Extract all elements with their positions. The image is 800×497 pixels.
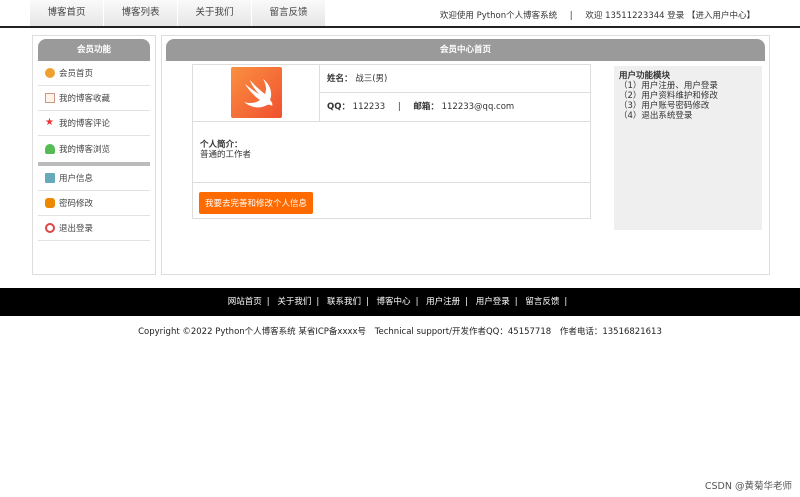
sidebar-menu: 会员首页 我的博客收藏 ★ 我的博客评论 我的博客浏览 用户信息 密码修改 退出…: [33, 61, 155, 241]
sidebar-item-label: 退出登录: [59, 224, 94, 234]
welcome-text: 欢迎使用 Python个人博客系统: [439, 11, 558, 21]
footer-link-contact[interactable]: 联系我们: [327, 297, 361, 307]
name-value: 战三(男): [355, 74, 388, 84]
function-module-box: 用户功能模块 （1）用户注册、用户登录 （2）用户资料维护和修改 （3）用户账号…: [614, 66, 762, 230]
nav-tabs: 博客首页 博客列表 关于我们 留言反馈: [30, 0, 326, 26]
lock-icon: [45, 198, 55, 208]
footer-link-blog-center[interactable]: 博客中心: [377, 297, 411, 307]
sidebar-title: 会员功能: [38, 39, 150, 61]
avatar-cell: [193, 65, 320, 122]
footer-separator: |: [365, 297, 369, 307]
footer-link-register[interactable]: 用户注册: [426, 297, 460, 307]
module-line: （4）退出系统登录: [619, 111, 693, 121]
sidebar-item-change-password[interactable]: 密码修改: [38, 191, 150, 216]
top-nav: 博客首页 博客列表 关于我们 留言反馈 欢迎使用 Python个人博客系统 | …: [0, 0, 800, 28]
copyright-line: Copyright ©2022 Python个人博客系统 某省ICP备xxxx号…: [0, 325, 800, 337]
copyright-text: Copyright ©2022 Python个人博客系统 某省ICP备xxxx号: [138, 327, 367, 337]
footer-nav: 网站首页 | 关于我们 | 联系我们 | 博客中心 | 用户注册 | 用户登录 | 留言反馈…: [0, 288, 800, 316]
name-label: 姓名：: [327, 74, 353, 84]
qq-value: 112233: [352, 102, 386, 112]
user-center-link[interactable]: 【进入用户中心】: [687, 11, 755, 21]
sidebar-item-browse-history[interactable]: 我的博客浏览: [38, 136, 150, 161]
swift-logo-icon: [244, 79, 273, 108]
avatar: [231, 67, 282, 118]
module-line: （2）用户资料维护和修改: [619, 91, 718, 101]
qq-label: QQ：: [327, 102, 350, 112]
contact-separator: |: [397, 102, 401, 112]
footer-link-feedback[interactable]: 留言反馈: [525, 297, 559, 307]
contact-row: QQ： 112233 | 邮箱： 112233@qq.com: [320, 93, 590, 122]
sidebar-item-label: 用户信息: [59, 174, 94, 184]
sidebar-item-user-info[interactable]: 用户信息: [38, 166, 150, 191]
sidebar-item-label: 我的博客收藏: [59, 94, 111, 104]
intro-label: 个人简介：: [200, 140, 243, 150]
star-icon: ★: [45, 117, 54, 128]
home-icon: [45, 68, 55, 78]
welcome-bar: 欢迎使用 Python个人博客系统 | 欢迎 13511223344 登录 【进…: [440, 9, 755, 21]
email-label: 邮箱：: [413, 102, 439, 112]
sidebar-item-label: 会员首页: [59, 69, 94, 79]
sidebar-item-logout[interactable]: 退出登录: [38, 216, 150, 241]
support-text: Technical support/开发作者QQ：45157718: [374, 327, 552, 337]
module-line: （1）用户注册、用户登录: [619, 81, 718, 91]
sidebar-item-label: 密码修改: [59, 199, 94, 209]
tab-blog-home[interactable]: 博客首页: [30, 0, 104, 26]
footer-separator: |: [415, 297, 419, 307]
user-greeting: 欢迎 13511223344 登录: [585, 11, 685, 21]
footer-link-login[interactable]: 用户登录: [476, 297, 510, 307]
module-line: （3）用户账号密码修改: [619, 101, 710, 111]
email-value: 112233@qq.com: [441, 102, 515, 112]
footer-separator: |: [564, 297, 568, 307]
welcome-separator: |: [569, 11, 573, 21]
footer-link-about[interactable]: 关于我们: [277, 297, 311, 307]
watermark: CSDN @黄菊华老师: [704, 481, 792, 492]
browse-icon: [45, 143, 55, 154]
footer-separator: |: [465, 297, 469, 307]
intro-section: 个人简介： 普通的工作者: [193, 122, 590, 183]
sidebar-item-member-home[interactable]: 会员首页: [38, 61, 150, 86]
favorite-icon: [45, 93, 55, 103]
footer-separator: |: [316, 297, 320, 307]
sidebar-item-label: 我的博客浏览: [59, 144, 111, 155]
sidebar-item-comments[interactable]: ★ 我的博客评论: [38, 111, 150, 136]
footer-separator: |: [266, 297, 270, 307]
user-icon: [45, 173, 55, 183]
name-row: 姓名： 战三(男): [320, 65, 590, 93]
profile-card: 姓名： 战三(男) QQ： 112233 | 邮箱： 112233@qq.com…: [192, 64, 591, 219]
module-title: 用户功能模块: [619, 71, 671, 81]
tab-feedback[interactable]: 留言反馈: [252, 0, 326, 26]
page-title: 会员中心首页: [166, 39, 765, 61]
member-sidebar: 会员功能 会员首页 我的博客收藏 ★ 我的博客评论 我的博客浏览 用户信息 密码…: [32, 35, 156, 275]
tab-about-us[interactable]: 关于我们: [178, 0, 252, 26]
intro-value: 普通的工作者: [200, 150, 252, 160]
sidebar-item-label: 我的博客评论: [59, 119, 111, 129]
power-icon: [45, 223, 55, 233]
footer-link-home[interactable]: 网站首页: [228, 297, 262, 307]
edit-profile-button[interactable]: 我要去完善和修改个人信息: [199, 192, 314, 214]
member-center-panel: 会员中心首页 姓名： 战三(男) QQ： 112233 | 邮箱： 112233…: [161, 35, 770, 275]
phone-text: 作者电话：13516821613: [559, 327, 662, 337]
tab-blog-list[interactable]: 博客列表: [104, 0, 178, 26]
sidebar-item-favorites[interactable]: 我的博客收藏: [38, 86, 150, 111]
footer-separator: |: [514, 297, 518, 307]
